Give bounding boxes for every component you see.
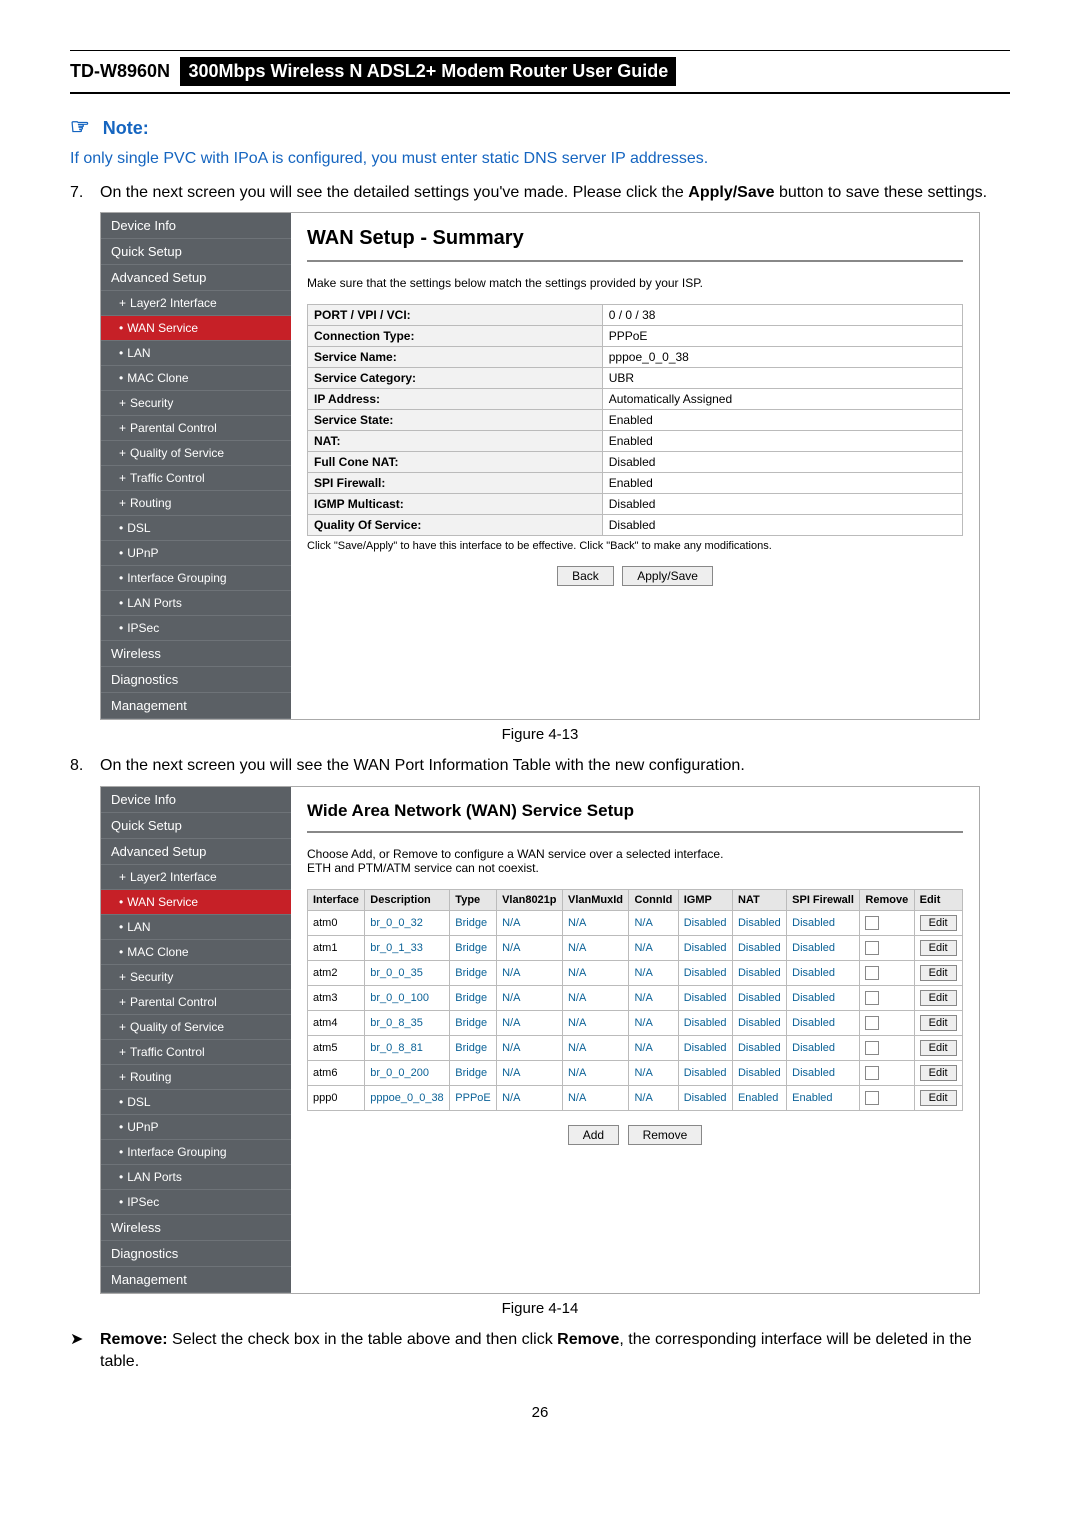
sidebar-item[interactable]: Wireless [101,641,291,667]
edit-button[interactable]: Edit [920,915,957,931]
sidebar-item[interactable]: DSL [101,516,291,541]
remove-checkbox[interactable] [865,1016,879,1030]
sidebar-item[interactable]: LAN Ports [101,1165,291,1190]
note-heading: ☞ Note: [70,114,1010,140]
sidebar-item[interactable]: LAN Ports [101,591,291,616]
model-label: TD-W8960N [70,61,170,82]
title-box: 300Mbps Wireless N ADSL2+ Modem Router U… [180,57,676,86]
sidebar-item[interactable]: Wireless [101,1215,291,1241]
sidebar-item[interactable]: Quick Setup [101,239,291,265]
remove-checkbox[interactable] [865,1091,879,1105]
remove-checkbox[interactable] [865,1066,879,1080]
edit-button[interactable]: Edit [920,1090,957,1106]
sidebar-item[interactable]: UPnP [101,1115,291,1140]
summary-help: Make sure that the settings below match … [307,276,963,290]
sidebar-item[interactable]: UPnP [101,541,291,566]
edit-button[interactable]: Edit [920,940,957,956]
summary-footnote: Click "Save/Apply" to have this interfac… [307,540,963,552]
remove-button[interactable]: Remove [628,1125,703,1145]
sidebar-item[interactable]: IPSec [101,1190,291,1215]
screenshot-wan-service: Device InfoQuick SetupAdvanced SetupLaye… [100,786,980,1294]
sidebar-item[interactable]: Device Info [101,213,291,239]
edit-button[interactable]: Edit [920,1065,957,1081]
sidebar-item[interactable]: IPSec [101,616,291,641]
hand-icon: ☞ [70,114,90,139]
edit-button[interactable]: Edit [920,1040,957,1056]
sidebar-item[interactable]: Diagnostics [101,1241,291,1267]
sidebar-item[interactable]: Layer2 Interface [101,865,291,890]
sidebar-item[interactable]: Management [101,693,291,719]
edit-button[interactable]: Edit [920,1015,957,1031]
sidebar-item[interactable]: Advanced Setup [101,839,291,865]
sidebar-item[interactable]: Routing [101,1065,291,1090]
sidebar-item[interactable]: Layer2 Interface [101,291,291,316]
sidebar-item[interactable]: Parental Control [101,416,291,441]
remove-checkbox[interactable] [865,941,879,955]
document-header: TD-W8960N 300Mbps Wireless N ADSL2+ Mode… [70,50,1010,94]
sidebar-item[interactable]: Parental Control [101,990,291,1015]
wan-table: InterfaceDescriptionTypeVlan8021pVlanMux… [307,889,963,1111]
figure-caption-413: Figure 4-13 [70,726,1010,743]
remove-checkbox[interactable] [865,966,879,980]
sidebar-item[interactable]: Diagnostics [101,667,291,693]
summary-table: PORT / VPI / VCI:0 / 0 / 38Connection Ty… [307,304,963,536]
edit-button[interactable]: Edit [920,965,957,981]
back-button[interactable]: Back [557,566,614,586]
sidebar-nav-2: Device InfoQuick SetupAdvanced SetupLaye… [101,787,291,1293]
sidebar-item[interactable]: Interface Grouping [101,1140,291,1165]
summary-title: WAN Setup - Summary [307,227,963,250]
sidebar-item[interactable]: Management [101,1267,291,1293]
figure-caption-414: Figure 4-14 [70,1300,1010,1317]
remove-note: ➤ Remove: Select the check box in the ta… [70,1329,1010,1374]
sidebar-item[interactable]: LAN [101,915,291,940]
sidebar-item[interactable]: Quick Setup [101,813,291,839]
sidebar-item[interactable]: MAC Clone [101,940,291,965]
sidebar-item[interactable]: Routing [101,491,291,516]
sidebar-item[interactable]: Advanced Setup [101,265,291,291]
sidebar-item[interactable]: WAN Service [101,890,291,915]
screenshot-wan-summary: Device InfoQuick SetupAdvanced SetupLaye… [100,212,980,720]
sidebar-nav: Device InfoQuick SetupAdvanced SetupLaye… [101,213,291,719]
remove-checkbox[interactable] [865,991,879,1005]
remove-checkbox[interactable] [865,916,879,930]
page-number: 26 [70,1404,1010,1421]
sidebar-item[interactable]: MAC Clone [101,366,291,391]
step-8: 8. On the next screen you will see the W… [70,755,1010,777]
sidebar-item[interactable]: Traffic Control [101,1040,291,1065]
wan-help: Choose Add, or Remove to configure a WAN… [307,847,963,875]
sidebar-item[interactable]: Traffic Control [101,466,291,491]
sidebar-item[interactable]: DSL [101,1090,291,1115]
note-text: If only single PVC with IPoA is configur… [70,150,1010,168]
sidebar-item[interactable]: Quality of Service [101,441,291,466]
sidebar-item[interactable]: Security [101,965,291,990]
sidebar-item[interactable]: WAN Service [101,316,291,341]
add-button[interactable]: Add [568,1125,619,1145]
sidebar-item[interactable]: LAN [101,341,291,366]
sidebar-item[interactable]: Device Info [101,787,291,813]
wan-title: Wide Area Network (WAN) Service Setup [307,801,963,821]
remove-checkbox[interactable] [865,1041,879,1055]
edit-button[interactable]: Edit [920,990,957,1006]
sidebar-item[interactable]: Quality of Service [101,1015,291,1040]
sidebar-item[interactable]: Security [101,391,291,416]
sidebar-item[interactable]: Interface Grouping [101,566,291,591]
apply-save-button[interactable]: Apply/Save [622,566,713,586]
step-7: 7. On the next screen you will see the d… [70,182,1010,204]
